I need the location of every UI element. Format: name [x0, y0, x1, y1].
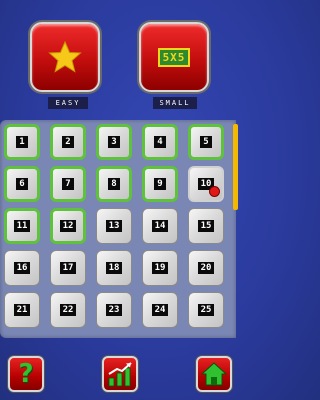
stats-button[interactable]	[102, 356, 138, 392]
level-number: 6	[16, 178, 28, 190]
level-tile-4[interactable]: 4	[142, 124, 178, 160]
level-tile-5[interactable]: 5	[188, 124, 224, 160]
level-tile-6[interactable]: 6	[4, 166, 40, 202]
level-tile-23[interactable]: 23	[96, 292, 132, 328]
level-tile-7[interactable]: 7	[50, 166, 86, 202]
level-tile-2[interactable]: 2	[50, 124, 86, 160]
level-tile-3[interactable]: 3	[96, 124, 132, 160]
level-number: 7	[62, 178, 74, 190]
home-icon	[200, 362, 228, 386]
level-tile-25[interactable]: 25	[188, 292, 224, 328]
level-number: 13	[105, 220, 123, 232]
level-number: 5	[200, 136, 212, 148]
level-tile-21[interactable]: 21	[4, 292, 40, 328]
level-tile-16[interactable]: 16	[4, 250, 40, 286]
level-tile-19[interactable]: 19	[142, 250, 178, 286]
level-number: 20	[197, 262, 215, 274]
level-number: 12	[59, 220, 77, 232]
level-number: 16	[13, 262, 31, 274]
level-tile-17[interactable]: 17	[50, 250, 86, 286]
level-number: 18	[105, 262, 123, 274]
question-icon: ?	[18, 359, 34, 389]
level-number: 3	[108, 136, 120, 148]
level-tile-8[interactable]: 8	[96, 166, 132, 202]
level-number: 25	[197, 304, 215, 316]
current-level-marker	[209, 186, 220, 197]
level-tile-22[interactable]: 22	[50, 292, 86, 328]
scrollbar[interactable]	[233, 124, 238, 210]
level-number: 19	[151, 262, 169, 274]
level-number: 9	[154, 178, 166, 190]
level-tile-15[interactable]: 15	[188, 208, 224, 244]
level-tile-14[interactable]: 14	[142, 208, 178, 244]
level-tile-10[interactable]: 10	[188, 166, 224, 202]
level-number: 23	[105, 304, 123, 316]
level-tile-11[interactable]: 11	[4, 208, 40, 244]
level-tile-20[interactable]: 20	[188, 250, 224, 286]
level-grid: 1 2 3 4 5 6 7 8 9 10 11 12 13 14 15 16 17 18 19 20 21 22 23 24 2…	[4, 124, 229, 328]
level-number: 15	[197, 220, 215, 232]
level-number: 11	[13, 220, 31, 232]
star-icon	[48, 40, 82, 73]
level-number: 21	[13, 304, 31, 316]
level-tile-13[interactable]: 13	[96, 208, 132, 244]
level-number: 4	[154, 136, 166, 148]
level-number: 8	[108, 178, 120, 190]
chart-icon	[108, 362, 132, 387]
level-tile-1[interactable]: 1	[4, 124, 40, 160]
size-label: SMALL	[153, 97, 197, 109]
level-number: 14	[151, 220, 169, 232]
level-number: 22	[59, 304, 77, 316]
difficulty-label: EASY	[48, 97, 88, 109]
level-number: 17	[59, 262, 77, 274]
level-tile-18[interactable]: 18	[96, 250, 132, 286]
level-number: 1	[16, 136, 28, 148]
level-tile-24[interactable]: 24	[142, 292, 178, 328]
level-tile-12[interactable]: 12	[50, 208, 86, 244]
level-number: 24	[151, 304, 169, 316]
home-button[interactable]	[196, 356, 232, 392]
level-tile-9[interactable]: 9	[142, 166, 178, 202]
size-button[interactable]: 5X5	[139, 22, 209, 92]
size-value: 5X5	[157, 47, 191, 67]
difficulty-button[interactable]	[30, 22, 100, 92]
help-button[interactable]: ?	[8, 356, 44, 392]
level-number: 2	[62, 136, 74, 148]
